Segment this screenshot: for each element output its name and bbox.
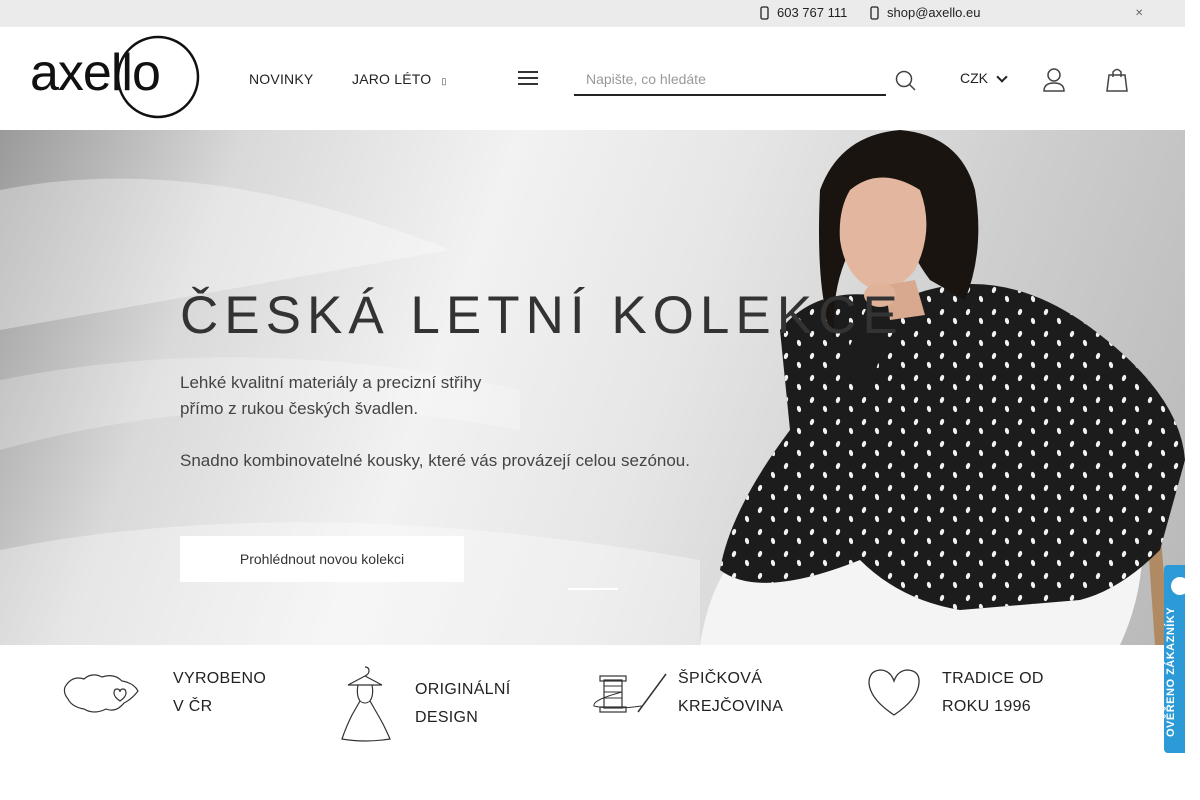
feature-title: ŠPIČKOVÁ [678, 670, 763, 687]
chevron-down-icon [996, 71, 1008, 83]
chevron-down-icon: ▯ [441, 76, 447, 86]
hero-title: ČESKÁ LETNÍ KOLEKCE [180, 286, 904, 345]
account-icon[interactable] [1042, 67, 1066, 93]
site-header: axello NOVINKY JARO LÉTO ▯ CZK [0, 27, 1185, 130]
svg-text:axello: axello [30, 44, 160, 102]
verified-customers-badge[interactable]: OVĚŘENO ZÁKAZNÍKY [1164, 565, 1185, 753]
badge-text: OVĚŘENO ZÁKAZNÍKY [1165, 606, 1177, 737]
features-strip: VYROBENO V ČR ORIGINÁLNÍ DESIGN ŠPIČKOVÁ [0, 645, 1185, 800]
nav-novinky[interactable]: NOVINKY [249, 71, 313, 87]
feature-title: TRADICE OD [942, 670, 1044, 687]
search-input[interactable] [574, 63, 886, 94]
menu-hamburger-icon[interactable] [518, 71, 538, 85]
top-contact-bar: 603 767 111 shop@axello.eu ✕ [0, 0, 1185, 27]
feature-subtitle: KREJČOVINA [678, 698, 784, 715]
currency-value: CZK [960, 70, 988, 86]
currency-selector[interactable]: CZK [960, 70, 1008, 86]
shopping-bag-icon[interactable] [1105, 67, 1129, 93]
feature-title: VYROBENO [173, 670, 267, 687]
axello-logo[interactable]: axello [30, 32, 202, 122]
mail-icon [870, 5, 879, 20]
hero-banner: ČESKÁ LETNÍ KOLEKCE Lehké kvalitní mater… [0, 130, 1185, 645]
hero-text-line-2: přímo z rukou českých švadlen. [180, 399, 419, 418]
verified-seal-icon [1169, 575, 1185, 597]
hero-text: Lehké kvalitní materiály a precizní stři… [180, 370, 481, 422]
feature-title: ORIGINÁLNÍ [415, 681, 511, 698]
phone-contact[interactable]: 603 767 111 [760, 5, 847, 20]
dress-on-hanger-icon [341, 666, 391, 742]
feature-subtitle: V ČR [173, 698, 213, 715]
feature-subtitle: DESIGN [415, 709, 479, 726]
search-icon[interactable] [894, 69, 918, 93]
nav-jaro-leto-label: JARO LÉTO [352, 71, 432, 87]
feature-subtitle: ROKU 1996 [942, 698, 1031, 715]
close-icon[interactable]: ✕ [1135, 8, 1143, 19]
email-contact[interactable]: shop@axello.eu [870, 5, 980, 20]
search-box [574, 63, 886, 96]
heart-icon [868, 669, 920, 716]
phone-icon [760, 5, 769, 20]
feature-made-in-cz: VYROBENO V ČR [62, 665, 266, 721]
hero-text-line-1: Lehké kvalitní materiály a precizní stři… [180, 373, 482, 392]
nav-jaro-leto[interactable]: JARO LÉTO ▯ [352, 71, 447, 87]
feature-tailoring: ŠPIČKOVÁ KREJČOVINA [590, 665, 783, 721]
feature-tradition: TRADICE OD ROKU 1996 [866, 665, 1044, 721]
nav-novinky-label: NOVINKY [249, 71, 314, 87]
phone-number[interactable]: 603 767 111 [777, 5, 847, 20]
hero-subtext: Snadno kombinovatelné kousky, které vás … [180, 451, 690, 470]
view-collection-button[interactable]: Prohlédnout novou kolekci [180, 536, 464, 582]
feature-original-design: ORIGINÁLNÍ DESIGN [338, 665, 510, 743]
thread-spool-needle-icon [593, 673, 667, 713]
czech-map-heart-icon [63, 674, 139, 713]
hero-model-image [0, 130, 1185, 645]
email-address[interactable]: shop@axello.eu [887, 5, 980, 20]
slider-indicator[interactable] [568, 588, 618, 590]
